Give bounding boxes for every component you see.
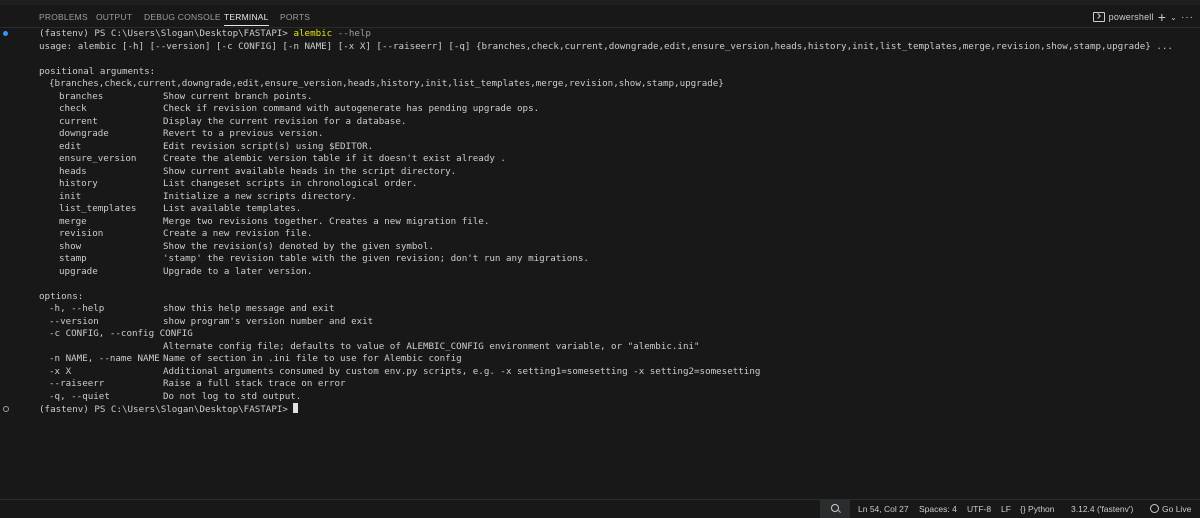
command-description: Show current branch points. xyxy=(163,90,313,102)
indentation[interactable]: Spaces: 4 xyxy=(919,504,957,514)
chevron-down-icon[interactable]: ⌄ xyxy=(1170,13,1177,22)
option-description: Do not log to std output. xyxy=(163,390,302,402)
option-flag: -c CONFIG, --config CONFIG xyxy=(49,328,193,339)
command-success-decoration-icon[interactable] xyxy=(3,31,8,36)
command-name: branches xyxy=(59,90,104,102)
command-pending-decoration-icon[interactable] xyxy=(3,406,9,412)
status-bar: Ln 54, Col 27 Spaces: 4 UTF-8 LF {} Pyth… xyxy=(0,499,1200,518)
option-description: Alternate config file; defaults to value… xyxy=(163,340,700,352)
terminal-output[interactable]: (fastenv) PS C:\Users\Slogan\Desktop\FAS… xyxy=(0,28,1200,500)
vscode-terminal-panel: PROBLEMS OUTPUT DEBUG CONSOLE TERMINAL P… xyxy=(0,0,1200,518)
command-description: Create the alembic version table if it d… xyxy=(163,153,506,164)
command-text: alembic xyxy=(293,28,333,39)
tab-problems[interactable]: PROBLEMS xyxy=(39,10,88,25)
prompt-line: (fastenv) PS C:\Users\Slogan\Desktop\FAS… xyxy=(39,28,371,41)
end-of-line[interactable]: LF xyxy=(1001,504,1011,514)
command-description: Merge two revisions together. Creates a … xyxy=(163,215,490,227)
tab-terminal[interactable]: TERMINAL xyxy=(224,10,269,26)
command-name: revision xyxy=(59,228,104,239)
encoding[interactable]: UTF-8 xyxy=(967,504,991,514)
command-args: --help xyxy=(337,28,371,39)
option-description: show this help message and exit xyxy=(163,303,335,314)
zoom-button[interactable] xyxy=(820,500,850,518)
command-name: current xyxy=(59,115,98,127)
prompt-line-current: (fastenv) PS C:\Users\Slogan\Desktop\FAS… xyxy=(39,403,299,416)
command-description: Upgrade to a later version. xyxy=(163,265,313,277)
go-live-label: Go Live xyxy=(1162,504,1192,514)
command-description: Check if revision command with autogener… xyxy=(163,103,540,114)
command-description: Edit revision script(s) using $EDITOR. xyxy=(163,140,374,152)
command-name: merge xyxy=(59,215,87,227)
more-actions-icon[interactable]: ··· xyxy=(1181,12,1194,23)
option-description: Name of section in .ini file to use for … xyxy=(163,353,462,364)
option-description: Raise a full stack trace on error xyxy=(163,378,346,389)
option-description: show program's version number and exit xyxy=(163,315,374,327)
command-description: Create a new revision file. xyxy=(163,228,313,239)
command-description: 'stamp' the revision table with the give… xyxy=(163,253,589,264)
terminal-switcher: powershell + ⌄ ··· xyxy=(1092,8,1194,26)
tab-output[interactable]: OUTPUT xyxy=(96,10,132,25)
cursor-position[interactable]: Ln 54, Col 27 xyxy=(858,504,909,514)
command-description: Revert to a previous version. xyxy=(163,128,324,139)
option-flag: -h, --help xyxy=(49,303,105,314)
command-description: Show current available heads in the scri… xyxy=(163,165,457,177)
command-name: list_templates xyxy=(59,203,137,214)
command-description: Display the current revision for a datab… xyxy=(163,115,407,127)
command-description: List changeset scripts in chronological … xyxy=(163,178,418,189)
broadcast-icon xyxy=(1150,504,1159,513)
prompt-text-current: (fastenv) PS C:\Users\Slogan\Desktop\FAS… xyxy=(39,404,288,415)
command-name: show xyxy=(59,240,82,252)
new-terminal-plus-icon[interactable]: + xyxy=(1158,10,1166,24)
positional-header: positional arguments: xyxy=(39,65,156,77)
command-name: history xyxy=(59,178,98,189)
command-name: heads xyxy=(59,165,87,177)
language-mode[interactable]: {} Python xyxy=(1020,504,1055,514)
terminal-cursor xyxy=(293,403,299,413)
positional-choices: {branches,check,current,downgrade,edit,e… xyxy=(49,78,724,89)
command-name: stamp xyxy=(59,253,87,264)
option-description: Additional arguments consumed by custom … xyxy=(163,365,761,377)
command-description: List available templates. xyxy=(163,203,302,214)
usage-line: usage: alembic [-h] [--version] [-c CONF… xyxy=(39,40,1173,52)
option-flag: --version xyxy=(49,315,99,327)
command-name: check xyxy=(59,103,87,114)
tab-debug-console[interactable]: DEBUG CONSOLE xyxy=(144,10,221,25)
command-name: edit xyxy=(59,140,82,152)
go-live-button[interactable]: Go Live xyxy=(1150,504,1191,514)
command-description: Initialize a new scripts directory. xyxy=(163,190,357,202)
zoom-icon xyxy=(831,504,839,512)
python-interpreter[interactable]: 3.12.4 ('fastenv') xyxy=(1071,504,1133,514)
command-name: init xyxy=(59,190,82,202)
option-flag: --raiseerr xyxy=(49,378,105,389)
terminal-name[interactable]: powershell xyxy=(1109,12,1154,22)
option-flag: -q, --quiet xyxy=(49,390,110,402)
option-flag: -n NAME, --name NAME xyxy=(49,353,160,364)
tab-ports[interactable]: PORTS xyxy=(280,10,310,25)
command-description: Show the revision(s) denoted by the give… xyxy=(163,240,435,252)
prompt-text: (fastenv) PS C:\Users\Slogan\Desktop\FAS… xyxy=(39,28,288,39)
command-name: upgrade xyxy=(59,265,98,277)
command-name: downgrade xyxy=(59,128,109,139)
command-name: ensure_version xyxy=(59,153,137,164)
terminal-icon xyxy=(1092,12,1105,22)
options-header: options: xyxy=(39,290,84,302)
panel-tab-bar: PROBLEMS OUTPUT DEBUG CONSOLE TERMINAL P… xyxy=(0,5,1200,28)
option-flag: -x X xyxy=(49,365,72,377)
